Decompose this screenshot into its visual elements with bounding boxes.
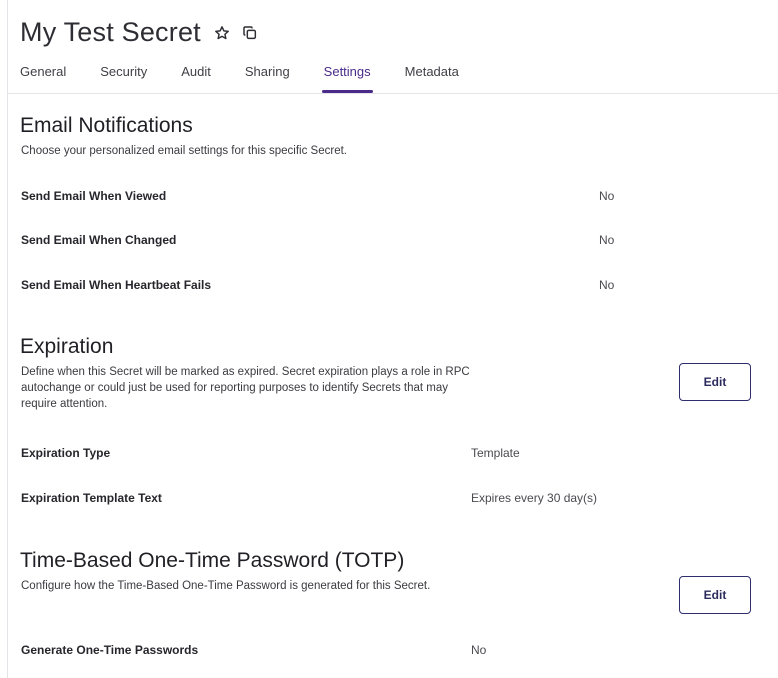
generate-otp-label: Generate One-Time Passwords xyxy=(21,643,199,657)
expiration-template-text-label: Expiration Template Text xyxy=(21,491,162,505)
expiration-description-line: Define when this Secret will be marked a… xyxy=(21,366,470,378)
tab-bar: General Security Audit Sharing Settings … xyxy=(20,64,493,93)
totp-description: Configure how the Time-Based One-Time Pa… xyxy=(21,580,431,592)
totp-heading: Time-Based One-Time Password (TOTP) xyxy=(20,549,405,572)
expiration-type-value: Template xyxy=(471,446,520,460)
email-notifications-heading: Email Notifications xyxy=(20,114,193,137)
expiration-description-line: autochange or could just be used for rep… xyxy=(21,382,449,394)
send-email-changed-label: Send Email When Changed xyxy=(21,233,177,247)
title-row: My Test Secret xyxy=(20,17,261,48)
expiration-template-text-value: Expires every 30 day(s) xyxy=(471,491,598,505)
tab-security[interactable]: Security xyxy=(100,64,147,93)
page-header: My Test Secret General Security Audit Sh… xyxy=(8,0,778,94)
send-email-heartbeat-value: No xyxy=(599,278,615,292)
tab-general[interactable]: General xyxy=(20,64,66,93)
star-icon[interactable] xyxy=(211,22,233,44)
page-title: My Test Secret xyxy=(20,17,201,47)
expiration-heading: Expiration xyxy=(20,335,114,358)
email-notifications-description: Choose your personalized email settings … xyxy=(21,145,347,157)
send-email-viewed-value: No xyxy=(599,189,615,203)
tab-metadata[interactable]: Metadata xyxy=(405,64,459,93)
generate-otp-value: No xyxy=(471,643,487,657)
expiration-description: Define when this Secret will be marked a… xyxy=(21,364,470,412)
expiration-edit-button[interactable]: Edit xyxy=(679,363,751,401)
tab-audit[interactable]: Audit xyxy=(181,64,211,93)
expiration-type-label: Expiration Type xyxy=(21,446,111,460)
send-email-viewed-label: Send Email When Viewed xyxy=(21,189,167,203)
expiration-description-line: require attention. xyxy=(21,398,108,410)
send-email-changed-value: No xyxy=(599,233,615,247)
frame-border xyxy=(7,0,8,678)
send-email-heartbeat-label: Send Email When Heartbeat Fails xyxy=(21,278,212,292)
tab-settings[interactable]: Settings xyxy=(321,64,373,93)
tab-sharing[interactable]: Sharing xyxy=(245,64,290,93)
totp-edit-button[interactable]: Edit xyxy=(679,576,751,614)
copy-icon[interactable] xyxy=(239,22,261,44)
